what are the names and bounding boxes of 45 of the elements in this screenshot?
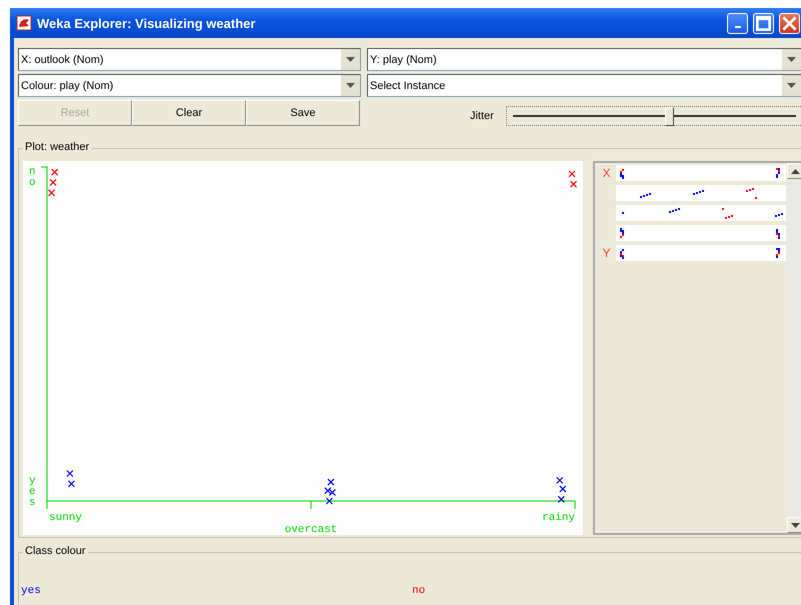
maximize-button[interactable]	[753, 12, 774, 34]
axis-marker: X	[601, 166, 612, 180]
close-icon	[782, 16, 797, 30]
dropdown[interactable]: Select Instance	[367, 74, 801, 97]
axis-label: rainy	[542, 512, 575, 524]
panel-title: Class colour	[23, 545, 88, 557]
caret-icon	[787, 57, 796, 62]
close-button[interactable]	[779, 12, 800, 34]
caret-icon	[787, 83, 796, 88]
caret-icon	[346, 57, 355, 62]
up-arrow-icon	[790, 168, 800, 174]
data-point	[50, 178, 57, 186]
maximize-icon	[756, 16, 771, 30]
dropdown[interactable]: Y: play (Nom)	[367, 48, 801, 71]
scroll-up-button[interactable]	[787, 163, 801, 179]
dropdown[interactable]: Colour: play (Nom)	[18, 74, 361, 97]
bird-icon	[16, 15, 32, 31]
action-button[interactable]: Clear	[132, 100, 246, 126]
scrollbar[interactable]	[787, 163, 801, 533]
axis-marker: Y	[601, 246, 612, 260]
data-point	[558, 496, 565, 503]
slider-label: Jitter	[470, 110, 495, 122]
jitter-slider[interactable]	[506, 106, 801, 126]
axis-label: overcast	[284, 524, 338, 535]
class-label: yes	[21, 585, 42, 597]
window-title: Weka Explorer: Visualizing weather	[37, 16, 256, 30]
axis-label: sunny	[49, 512, 82, 524]
data-point	[570, 180, 578, 188]
panel-title: Plot: weather	[23, 141, 92, 153]
data-point	[66, 470, 74, 478]
data-point	[48, 189, 56, 196]
data-point	[568, 170, 576, 178]
scroll-down-button[interactable]	[787, 517, 801, 533]
minimize-button[interactable]	[727, 12, 748, 34]
slider-thumb[interactable]	[664, 107, 674, 126]
dropdown[interactable]: X: outlook (Nom)	[18, 48, 361, 71]
minimize-icon	[734, 26, 742, 29]
action-button[interactable]: Save	[246, 100, 360, 126]
data-point	[68, 480, 76, 488]
caret-icon	[346, 83, 355, 88]
class-label: no	[412, 585, 426, 597]
data-point	[51, 168, 58, 176]
axis-label: yes	[29, 475, 36, 509]
down-arrow-icon	[790, 522, 800, 528]
axis-label: no	[29, 166, 36, 189]
